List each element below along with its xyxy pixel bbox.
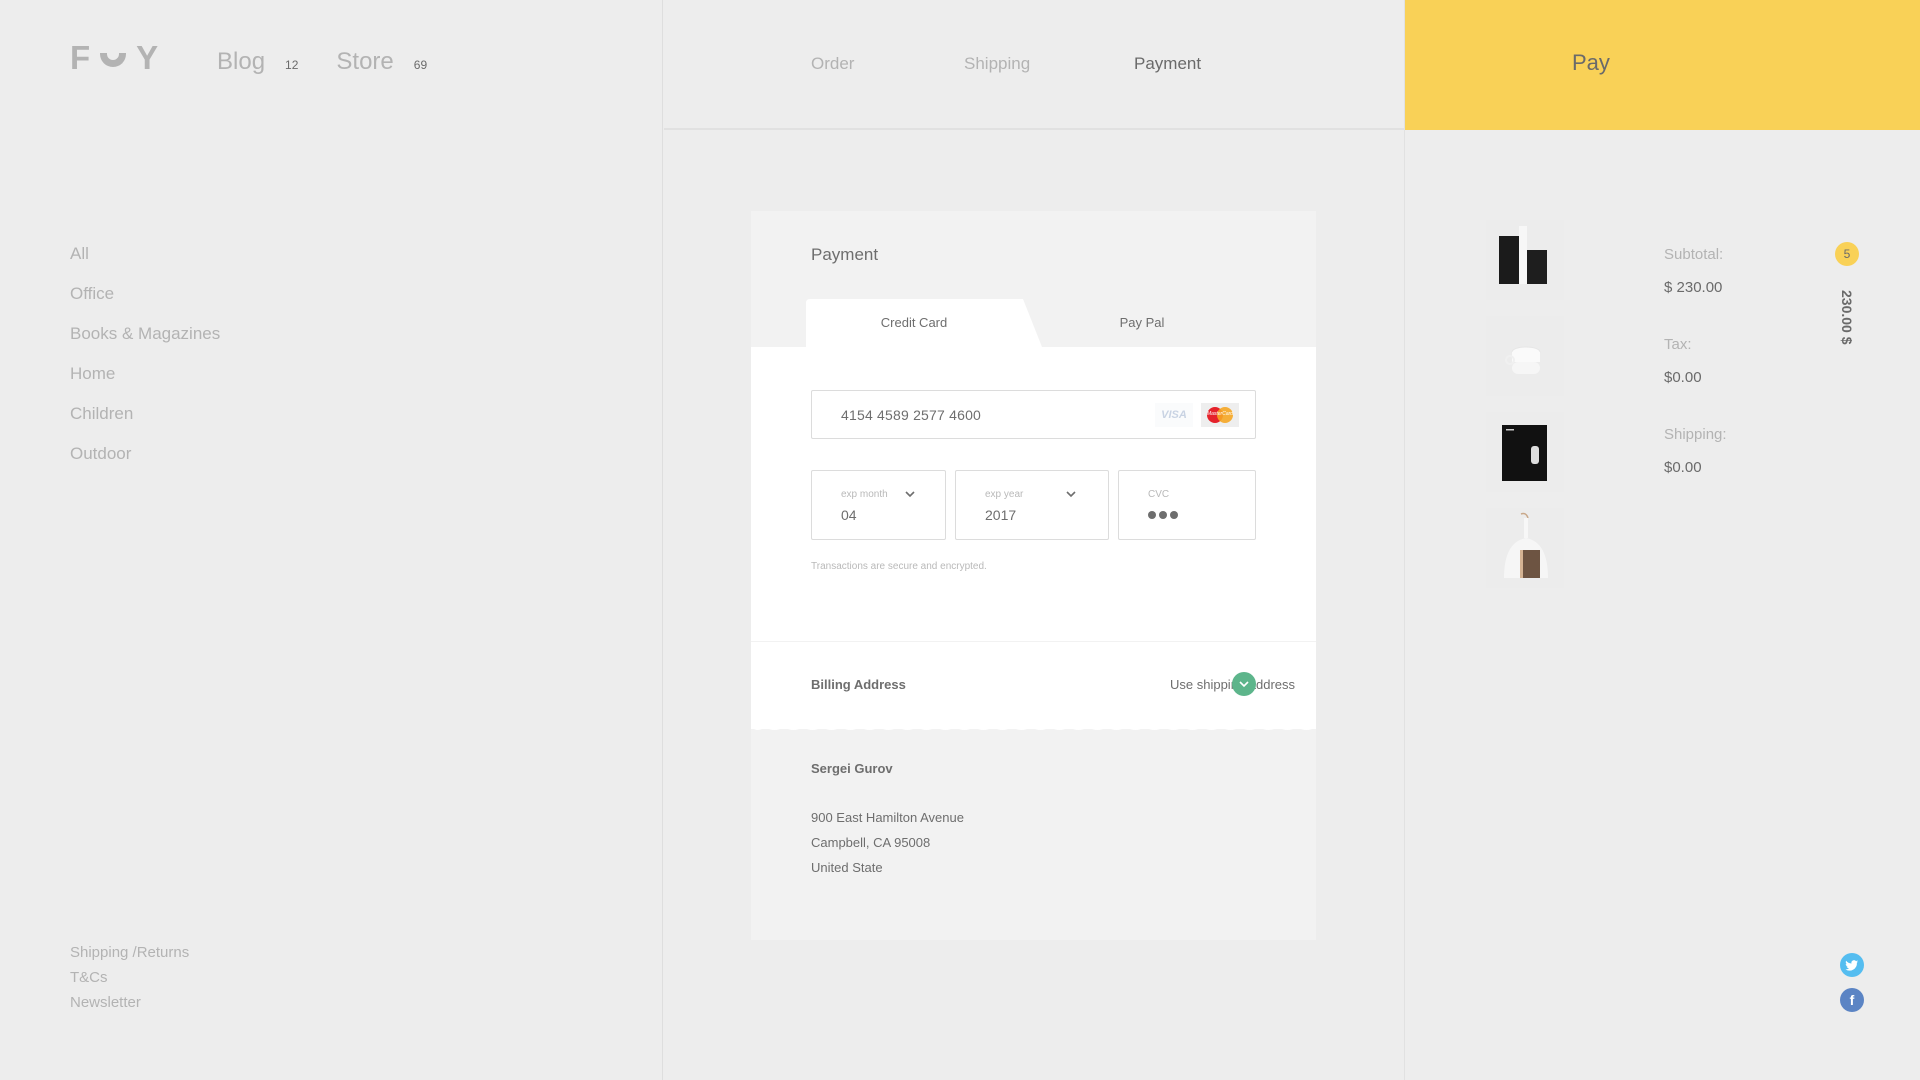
- cart-item-bookends[interactable]: [1486, 220, 1564, 300]
- secure-note: Transactions are secure and encrypted.: [811, 561, 987, 572]
- pay-button[interactable]: Pay: [1405, 0, 1920, 130]
- billing-address-line-2: Campbell, CA 95008: [811, 835, 931, 850]
- cart-total-vertical: 230.00 $: [1839, 290, 1855, 345]
- visa-icon: VISA: [1155, 403, 1193, 427]
- cart-item-cups[interactable]: [1486, 316, 1564, 396]
- subtotal-label: Subtotal:: [1664, 246, 1724, 263]
- payment-tabs: Credit Card Pay Pal: [751, 299, 1316, 347]
- category-all[interactable]: All: [70, 242, 220, 282]
- exp-year-label: exp year: [985, 489, 1024, 500]
- billing-address-label: Billing Address: [811, 677, 906, 692]
- footer-links: Shipping /Returns T&Cs Newsletter: [70, 944, 189, 1019]
- link-shipping-returns[interactable]: Shipping /Returns: [70, 944, 189, 969]
- checkout-panel: Order Shipping Payment Payment Credit Ca…: [664, 0, 1404, 1080]
- shipping-value: $0.00: [1664, 459, 1702, 476]
- top-nav: Blog 12 Store 69: [217, 48, 465, 76]
- scalloped-edge: [751, 725, 1316, 730]
- exp-month-value: 04: [841, 507, 857, 523]
- billing-address-line-1: 900 East Hamilton Avenue: [811, 810, 964, 825]
- exp-month-label: exp month: [841, 489, 888, 500]
- use-shipping-address-toggle[interactable]: [1232, 672, 1256, 696]
- store-count: 69: [413, 58, 428, 72]
- left-panel: F Y Blog 12 Store 69 All Office Books & …: [0, 0, 663, 1080]
- summary-subtotal: Subtotal: $ 230.00: [1664, 246, 1727, 336]
- twitter-icon[interactable]: [1840, 953, 1864, 977]
- card-number-value: 4154 4589 2577 4600: [841, 407, 982, 423]
- payment-card: Payment Credit Card Pay Pal 4154 4589 25…: [751, 211, 1316, 940]
- logo[interactable]: F Y: [70, 39, 159, 76]
- chevron-down-icon[interactable]: [904, 488, 916, 500]
- cvc-input[interactable]: CVC: [1118, 470, 1256, 540]
- tab-paypal[interactable]: Pay Pal: [1042, 315, 1242, 330]
- billing-name: Sergei Gurov: [811, 761, 893, 776]
- tax-value: $0.00: [1664, 369, 1702, 386]
- subtotal-value: $ 230.00: [1664, 279, 1723, 296]
- cart-panel: Pay Subtotal: $ 230.00 Tax: $0.00 Shippi…: [1404, 0, 1920, 1080]
- tab-credit-card[interactable]: Credit Card: [806, 299, 1042, 347]
- category-home[interactable]: Home: [70, 362, 220, 402]
- payment-title: Payment: [811, 245, 879, 264]
- facebook-icon[interactable]: f: [1840, 988, 1864, 1012]
- pay-button-label: Pay: [1572, 50, 1610, 75]
- category-office[interactable]: Office: [70, 282, 220, 322]
- cart-items: [1486, 220, 1564, 604]
- step-shipping[interactable]: Shipping: [964, 54, 1030, 74]
- exp-year-value: 2017: [985, 507, 1017, 523]
- cvc-label: CVC: [1148, 489, 1170, 500]
- chevron-down-icon[interactable]: [1065, 488, 1077, 500]
- nav-blog[interactable]: Blog: [217, 48, 265, 76]
- credit-card-form: 4154 4589 2577 4600 VISA MasterCard exp …: [751, 347, 1316, 641]
- logo-letter-f: F: [70, 39, 91, 76]
- cart-count-badge: 5: [1835, 242, 1859, 266]
- summary-shipping: Shipping: $0.00: [1664, 426, 1727, 516]
- link-tcs[interactable]: T&Cs: [70, 969, 189, 994]
- step-payment[interactable]: Payment: [1134, 54, 1201, 74]
- logo-smile-icon: [100, 53, 127, 67]
- exp-year-select[interactable]: exp year 2017: [955, 470, 1109, 540]
- nav-store[interactable]: Store: [336, 48, 393, 76]
- category-outdoor[interactable]: Outdoor: [70, 442, 220, 482]
- shipping-label: Shipping:: [1664, 426, 1727, 443]
- chevron-down-icon: [1239, 681, 1249, 688]
- billing-address-row: Billing Address Use shipping address: [751, 642, 1316, 729]
- summary-tax: Tax: $0.00: [1664, 336, 1727, 426]
- cups-image: [1505, 346, 1541, 374]
- category-books-magazines[interactable]: Books & Magazines: [70, 322, 220, 362]
- logo-letter-y: Y: [136, 39, 159, 76]
- category-children[interactable]: Children: [70, 402, 220, 442]
- category-list: All Office Books & Magazines Home Childr…: [70, 242, 220, 482]
- book-image: [1502, 425, 1547, 481]
- order-summary: Subtotal: $ 230.00 Tax: $0.00 Shipping: …: [1664, 246, 1727, 516]
- link-newsletter[interactable]: Newsletter: [70, 994, 189, 1019]
- cart-item-brush[interactable]: [1486, 508, 1564, 588]
- checkout-steps: Order Shipping Payment: [664, 0, 1404, 130]
- blog-count: 12: [285, 58, 299, 72]
- cart-item-book[interactable]: [1486, 412, 1564, 492]
- tab-credit-card-label: Credit Card: [880, 315, 948, 330]
- exp-month-select[interactable]: exp month 04: [811, 470, 946, 540]
- bookends-image: [1499, 226, 1547, 284]
- brush-image: [1504, 512, 1548, 578]
- billing-address-line-3: United State: [811, 860, 883, 875]
- cvc-masked-value: [1148, 511, 1178, 519]
- step-order[interactable]: Order: [811, 54, 854, 74]
- card-number-input[interactable]: 4154 4589 2577 4600 VISA MasterCard: [811, 390, 1256, 439]
- tax-label: Tax:: [1664, 336, 1692, 353]
- mastercard-icon: MasterCard: [1201, 403, 1239, 427]
